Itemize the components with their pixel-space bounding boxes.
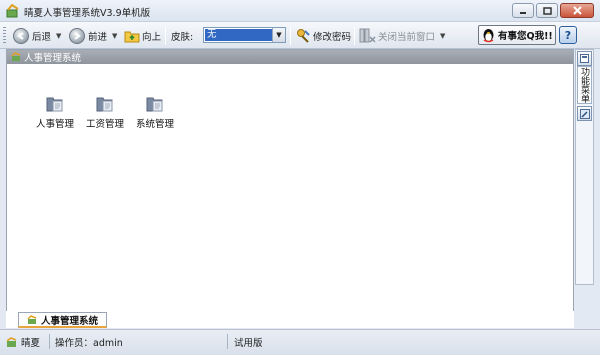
maximize-icon [542, 6, 552, 15]
close-window-dropdown-icon[interactable]: ▼ [440, 32, 445, 40]
app-window: 晴夏人事管理系统V3.9单机版 后退 ▼ 前进 ▼ 向上 皮肤: 无 ▼ 修改密… [0, 0, 600, 355]
forward-button[interactable]: 前进 ▼ [69, 26, 117, 45]
edit-icon [579, 108, 590, 119]
folder-document-icon [96, 97, 113, 112]
toolbar-separator [290, 27, 291, 45]
status-company-text: 晴夏 [21, 338, 41, 349]
panel-title: 人事管理系统 [24, 53, 82, 64]
app-logo-icon [6, 4, 19, 18]
close-window-icon [359, 28, 376, 43]
function-menu-tab[interactable]: 功能菜单 [577, 66, 592, 104]
back-button[interactable]: 后退 ▼ [13, 26, 61, 45]
forward-dropdown-icon[interactable]: ▼ [112, 32, 117, 40]
toolbar-grip[interactable] [3, 27, 6, 44]
close-current-window-button[interactable]: 关闭当前窗口 ▼ [359, 26, 445, 45]
back-label: 后退 [32, 31, 52, 43]
app-logo-icon [27, 314, 37, 324]
rail-toggle-button[interactable] [577, 51, 592, 66]
status-company: 晴夏 [6, 335, 40, 349]
app-logo-icon [11, 52, 21, 61]
minimize-button[interactable] [512, 3, 534, 18]
skin-label-wrap: 皮肤: [171, 26, 193, 45]
skin-label: 皮肤: [171, 31, 194, 43]
skin-select[interactable]: 无 ▼ [203, 27, 286, 43]
tab-personnel-system[interactable]: 人事管理系统 [18, 312, 108, 328]
change-password-label: 修改密码 [313, 31, 352, 43]
close-current-window-label: 关闭当前窗口 [378, 31, 436, 43]
status-edition: 试用版 [234, 338, 263, 349]
desktop-icon-label: 工资管理 [85, 119, 124, 130]
close-icon [572, 6, 582, 15]
maximize-button[interactable] [536, 3, 558, 18]
desktop-icon-system[interactable]: 系统管理 [125, 95, 185, 130]
change-password-button[interactable]: 修改密码 [295, 26, 351, 45]
status-divider [227, 334, 228, 349]
up-label: 向上 [142, 31, 162, 43]
close-button[interactable] [560, 3, 594, 18]
tab-label: 人事管理系统 [41, 315, 99, 327]
back-dropdown-icon[interactable]: ▼ [56, 32, 61, 40]
panel-toggle-icon [580, 54, 589, 63]
app-logo-icon [6, 336, 17, 347]
back-arrow-icon [13, 27, 29, 44]
right-function-rail: 功能菜单 [575, 49, 594, 285]
qq-penguin-icon [483, 28, 494, 42]
desktop-icon-label: 系统管理 [135, 119, 174, 130]
main-toolbar: 后退 ▼ 前进 ▼ 向上 皮肤: 无 ▼ 修改密码 关闭当前窗口 ▼ 有事您Q我… [0, 22, 600, 49]
help-icon: ? [564, 28, 572, 42]
main-panel: 人事管理系统 人事管理 工资管理 系统管理 [6, 49, 574, 328]
toolbar-separator [354, 27, 355, 45]
minimize-icon [520, 11, 526, 14]
status-divider [49, 334, 50, 349]
folder-up-icon [124, 31, 140, 42]
folder-document-icon [146, 97, 163, 112]
toolbar-separator [165, 27, 166, 45]
key-pencil-icon [297, 28, 310, 43]
status-operator: 操作员：admin [55, 338, 123, 349]
title-bar: 晴夏人事管理系统V3.9单机版 [0, 0, 600, 22]
folder-document-icon [46, 97, 63, 112]
skin-selected-value: 无 [205, 29, 273, 41]
forward-arrow-icon [69, 27, 85, 44]
help-button[interactable]: ? [559, 26, 577, 44]
rail-edit-button[interactable] [577, 106, 592, 121]
window-controls [512, 3, 594, 18]
forward-label: 前进 [88, 31, 108, 43]
panel-header: 人事管理系统 [7, 50, 573, 64]
desktop-icon-label: 人事管理 [35, 119, 74, 130]
qq-contact-label: 有事您Q我!! [498, 31, 553, 42]
up-button[interactable]: 向上 [124, 26, 161, 45]
chevron-down-icon[interactable]: ▼ [272, 28, 285, 42]
status-bar: 晴夏 操作员：admin 试用版 [0, 329, 600, 355]
qq-contact-button[interactable]: 有事您Q我!! [478, 25, 556, 45]
window-title: 晴夏人事管理系统V3.9单机版 [24, 8, 151, 19]
document-tab-strip: 人事管理系统 [6, 311, 574, 328]
